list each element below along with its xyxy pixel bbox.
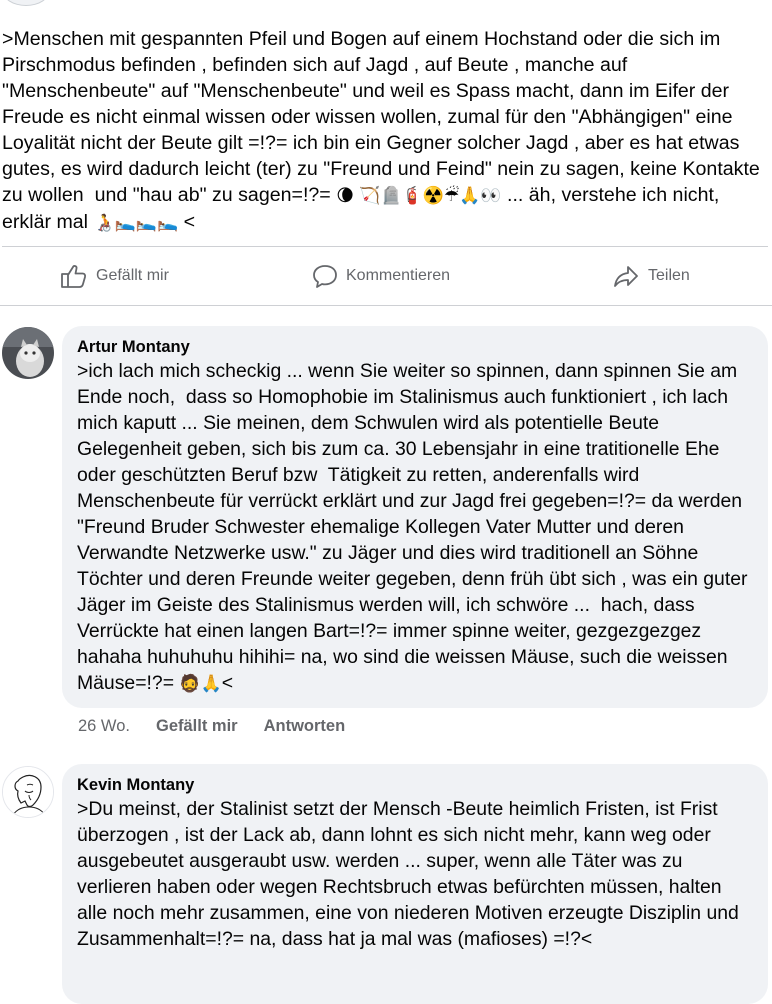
share-label: Teilen	[648, 267, 690, 284]
post-emojis: 🌘 🏹🪦🧯☢️☔🙏👀	[336, 186, 502, 206]
sketch-face-avatar	[3, 767, 53, 817]
divider	[0, 305, 772, 306]
like-button[interactable]: Gefällt mir	[60, 260, 169, 292]
comment-bubble-icon	[313, 265, 337, 288]
cat-photo-avatar	[2, 327, 54, 379]
comment-text: >ich lach mich scheckig ... wenn Sie wei…	[77, 358, 754, 697]
comment-author[interactable]: Artur Montany	[77, 336, 754, 358]
avatar[interactable]	[2, 766, 54, 818]
share-arrow-icon	[614, 266, 638, 287]
share-button[interactable]: Teilen	[612, 260, 690, 292]
comment-bubble: Artur Montany >ich lach mich scheckig ..…	[62, 326, 768, 708]
post-body-3: <	[178, 211, 196, 233]
comment-emojis: 🧔🙏	[179, 674, 222, 694]
comment-author[interactable]: Kevin Montany	[77, 774, 754, 796]
comment-reply-button[interactable]: Antworten	[264, 717, 346, 736]
thumbs-up-icon	[61, 265, 87, 288]
avatar[interactable]	[2, 327, 54, 379]
post-body: >Menschen mit gespannten Pfeil und Bogen…	[2, 28, 766, 206]
comment-button[interactable]: Kommentieren	[312, 260, 772, 292]
like-label: Gefällt mir	[96, 267, 169, 284]
comment-text: >Du meinst, der Stalinist setzt der Mens…	[77, 798, 745, 950]
comment-label: Kommentieren	[346, 267, 451, 284]
post-text: >Menschen mit gespannten Pfeil und Bogen…	[2, 26, 770, 236]
divider	[2, 246, 768, 247]
comment-end: <	[221, 672, 234, 694]
comment-like-button[interactable]: Gefällt mir	[156, 717, 238, 736]
comment-bubble: Kevin Montany >Du meinst, der Stalinist …	[62, 764, 768, 1004]
previous-avatar	[2, 0, 50, 6]
comment-body: >ich lach mich scheckig ... wenn Sie wei…	[77, 360, 753, 694]
comment-timestamp[interactable]: 26 Wo.	[78, 717, 130, 736]
post-action-bar: Gefällt mir Kommentieren Teilen	[0, 248, 772, 305]
comment-meta: 26 Wo. Gefällt mir Antworten	[78, 717, 345, 736]
post-emojis-2: 🧑‍🦽🛌🛌🛌	[93, 213, 179, 233]
